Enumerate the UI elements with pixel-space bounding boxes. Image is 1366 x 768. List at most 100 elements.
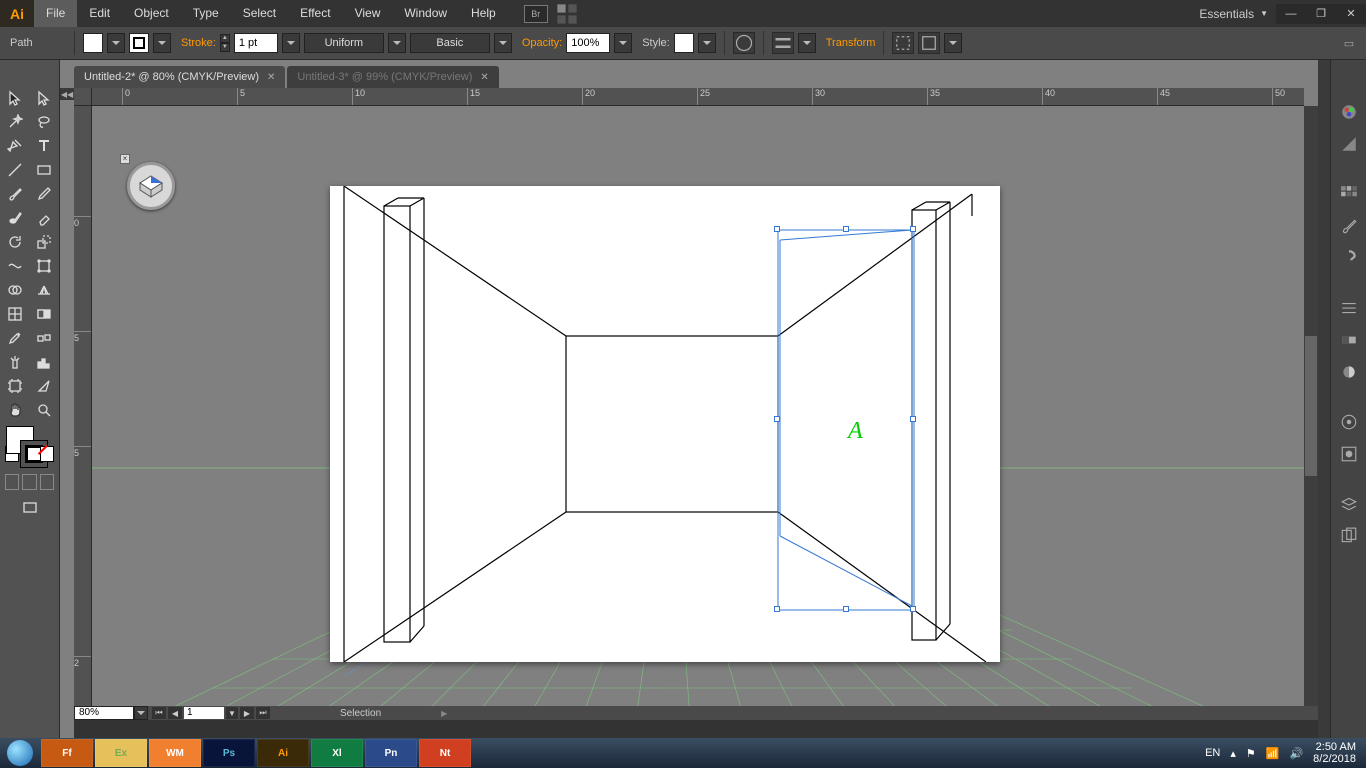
stroke-weight-up[interactable]: ▲ [220, 34, 230, 43]
blend-tool[interactable] [30, 326, 60, 350]
align-icon[interactable] [772, 32, 794, 54]
brush-definition[interactable]: Basic [410, 33, 490, 53]
taskbar-app-paint[interactable]: Pn [365, 739, 417, 767]
tray-expand-icon[interactable]: ▴ [1230, 747, 1236, 760]
zoom-dropdown[interactable] [134, 706, 148, 720]
close-icon[interactable]: ✕ [480, 72, 488, 83]
menu-select[interactable]: Select [231, 0, 288, 27]
graphic-style-dropdown[interactable] [698, 33, 716, 53]
gradient-panel-icon[interactable] [1337, 328, 1361, 352]
vertical-ruler[interactable]: 0 5 5 2 [74, 106, 92, 706]
nav-prev-icon[interactable]: ◀ [168, 707, 182, 719]
color-panel-icon[interactable] [1337, 100, 1361, 124]
scrollbar-thumb[interactable] [1305, 336, 1317, 476]
stroke-swatch[interactable] [129, 33, 149, 53]
menu-file[interactable]: File [34, 0, 77, 27]
symbols-panel-icon[interactable] [1337, 246, 1361, 270]
draw-inside-icon[interactable] [40, 474, 54, 490]
width-tool[interactable] [0, 254, 30, 278]
opacity-label[interactable]: Opacity: [522, 37, 562, 49]
perspective-plane-widget[interactable] [127, 162, 175, 210]
horizontal-ruler[interactable]: 0 5 10 15 20 25 30 35 40 45 50 [92, 88, 1304, 106]
window-close[interactable]: ✕ [1336, 4, 1366, 24]
taskbar-app-explorer[interactable]: Ex [95, 739, 147, 767]
clip-dropdown[interactable] [944, 33, 962, 53]
close-icon[interactable]: ✕ [267, 72, 275, 83]
workspace-switcher[interactable]: Essentials ▼ [1191, 7, 1276, 21]
rotate-tool[interactable] [0, 230, 30, 254]
opacity-dropdown[interactable] [614, 33, 632, 53]
pencil-tool[interactable] [30, 182, 60, 206]
artboard-number-field[interactable]: 1 [184, 707, 224, 719]
draw-behind-icon[interactable] [22, 474, 36, 490]
selection-handle[interactable] [774, 606, 780, 612]
screen-mode-button[interactable] [0, 498, 59, 518]
window-maximize[interactable]: ❐ [1306, 4, 1336, 24]
zoom-tool[interactable] [30, 398, 60, 422]
start-button[interactable] [0, 738, 40, 768]
variable-width-dropdown[interactable] [388, 33, 406, 53]
bridge-icon[interactable]: Br [524, 5, 548, 23]
selection-tool[interactable] [0, 86, 30, 110]
brushes-panel-icon[interactable] [1337, 214, 1361, 238]
canvas-viewport[interactable]: A × ◆ [92, 106, 1304, 706]
letter-a-object[interactable]: A [848, 418, 863, 445]
eyedropper-tool[interactable] [0, 326, 30, 350]
zoom-field[interactable]: 80% [74, 706, 134, 720]
taskbar-app-illustrator[interactable]: Ai [257, 739, 309, 767]
taskbar-app-photoshop[interactable]: Ps [203, 739, 255, 767]
vertical-scrollbar[interactable] [1304, 106, 1318, 706]
selection-handle[interactable] [910, 226, 916, 232]
taskbar-app-mediaplayer[interactable]: WM [149, 739, 201, 767]
controlbar-menu-icon[interactable]: ▭ [1338, 32, 1360, 54]
scale-tool[interactable] [30, 230, 60, 254]
stroke-weight-dropdown[interactable] [282, 33, 300, 53]
menu-help[interactable]: Help [459, 0, 508, 27]
gradient-tool[interactable] [30, 302, 60, 326]
rectangle-tool[interactable] [30, 158, 60, 182]
layers-panel-icon[interactable] [1337, 492, 1361, 516]
color-guide-panel-icon[interactable] [1337, 132, 1361, 156]
artboards-panel-icon[interactable] [1337, 524, 1361, 548]
brush-dropdown[interactable] [494, 33, 512, 53]
edit-clip-icon[interactable] [918, 32, 940, 54]
hand-tool[interactable] [0, 398, 30, 422]
selection-handle[interactable] [843, 226, 849, 232]
tab-collapse-icon[interactable]: ◀◀ [60, 88, 74, 100]
artboard-dropdown[interactable]: ▼ [226, 707, 238, 719]
clock[interactable]: 2:50 AM 8/2/2018 [1313, 741, 1356, 765]
recolor-icon[interactable] [733, 32, 755, 54]
volume-icon[interactable]: 🔊 [1289, 747, 1303, 760]
stroke-dropdown[interactable] [153, 33, 171, 53]
selection-handle[interactable] [910, 606, 916, 612]
selection-handle[interactable] [774, 416, 780, 422]
ruler-origin[interactable] [74, 88, 92, 106]
pen-tool[interactable] [0, 134, 30, 158]
selection-handle[interactable] [774, 226, 780, 232]
direct-selection-tool[interactable] [30, 86, 60, 110]
graphic-styles-panel-icon[interactable] [1337, 442, 1361, 466]
slice-tool[interactable] [30, 374, 60, 398]
selection-handle[interactable] [910, 416, 916, 422]
document-tab-2[interactable]: Untitled-3* @ 99% (CMYK/Preview) ✕ [287, 66, 498, 88]
fill-swatch[interactable] [83, 33, 103, 53]
align-dropdown[interactable] [798, 33, 816, 53]
lasso-tool[interactable] [30, 110, 60, 134]
taskbar-app-nitro[interactable]: Nt [419, 739, 471, 767]
input-language-indicator[interactable]: EN [1205, 747, 1220, 759]
mesh-tool[interactable] [0, 302, 30, 326]
magic-wand-tool[interactable] [0, 110, 30, 134]
stroke-weight-down[interactable]: ▼ [220, 43, 230, 52]
stroke-label[interactable]: Stroke: [181, 37, 216, 49]
taskbar-app-excel[interactable]: Xl [311, 739, 363, 767]
symbol-sprayer-tool[interactable] [0, 350, 30, 374]
transparency-panel-icon[interactable] [1337, 360, 1361, 384]
menu-view[interactable]: View [343, 0, 393, 27]
window-minimize[interactable]: — [1276, 4, 1306, 24]
column-graph-tool[interactable] [30, 350, 60, 374]
fill-dropdown[interactable] [107, 33, 125, 53]
blob-brush-tool[interactable] [0, 206, 30, 230]
stroke-weight-field[interactable]: 1 pt [234, 33, 278, 53]
nav-first-icon[interactable]: ⏮ [152, 707, 166, 719]
transform-label[interactable]: Transform [826, 37, 876, 49]
